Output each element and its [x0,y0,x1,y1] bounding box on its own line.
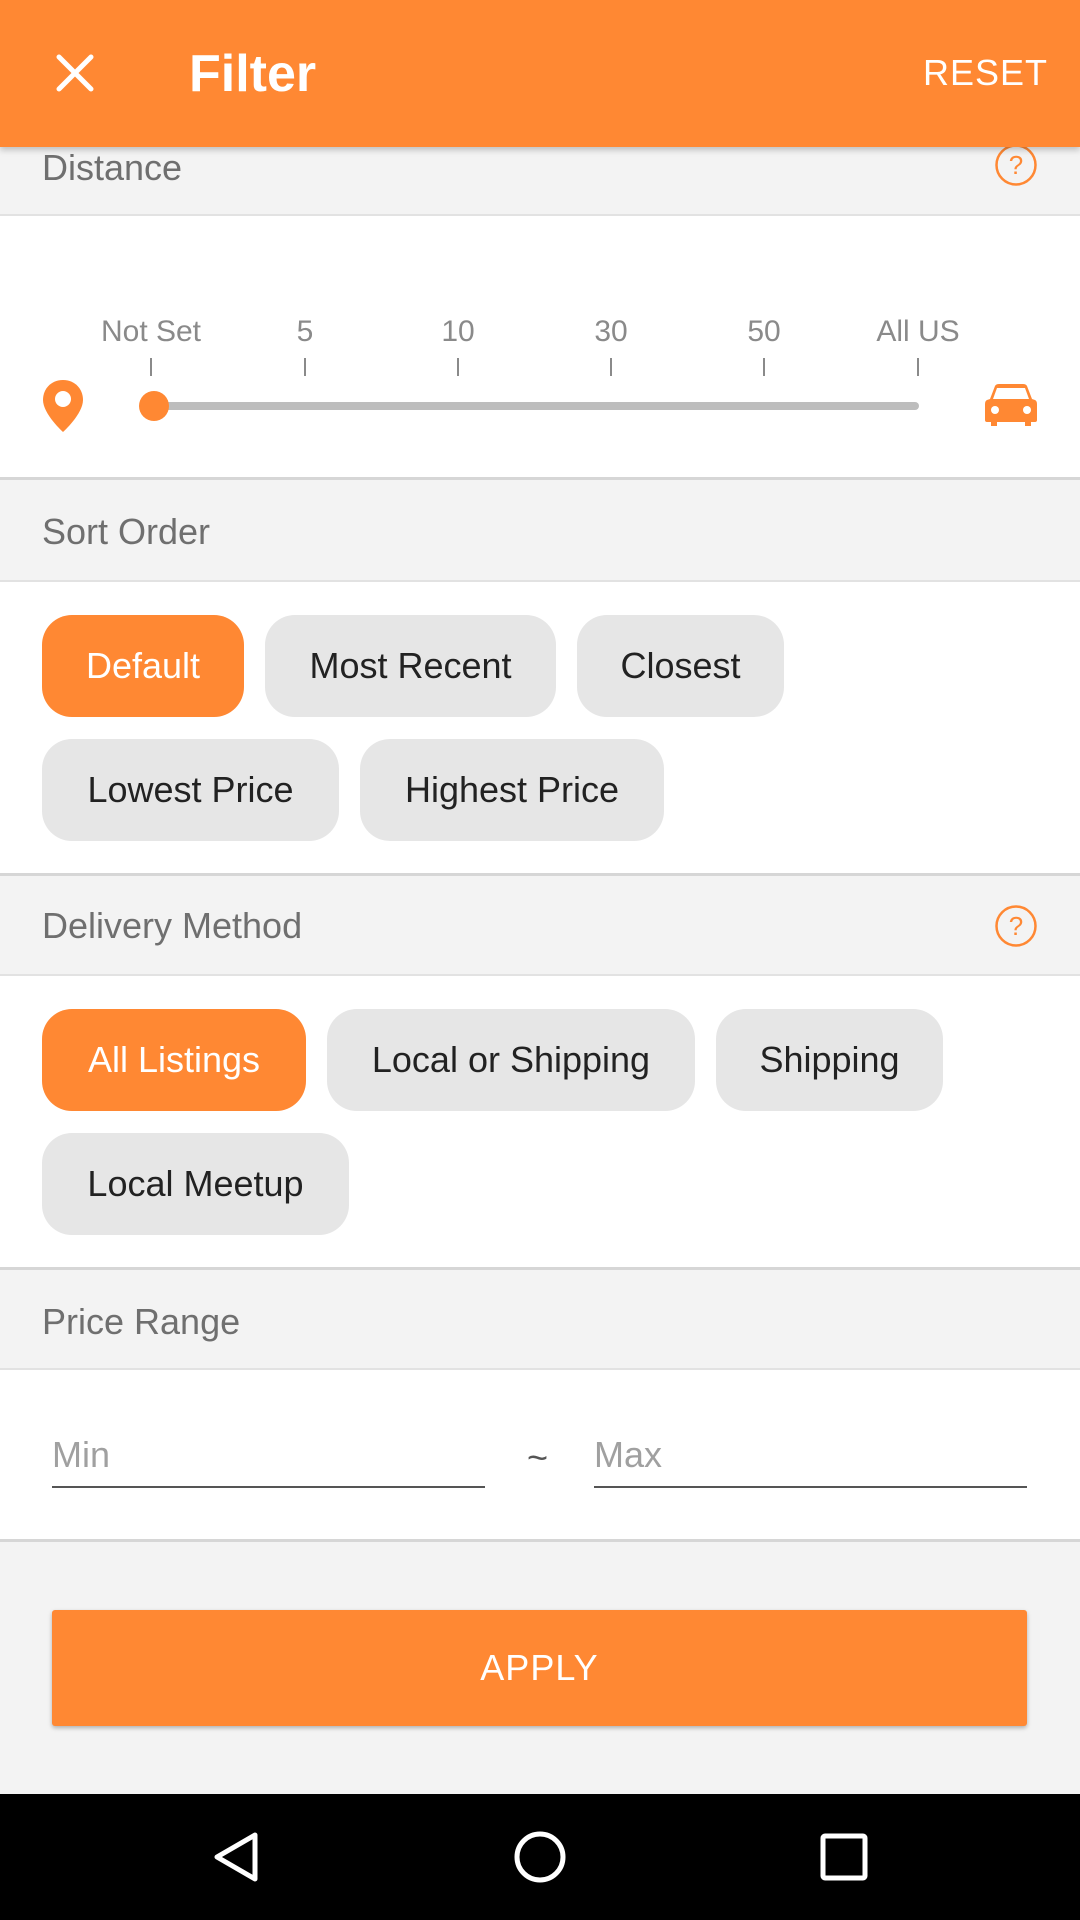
delivery-option-local-meetup[interactable]: Local Meetup [42,1133,349,1235]
distance-tick-mark [304,358,306,376]
back-icon [214,1832,258,1882]
distance-slider-track[interactable] [151,402,919,410]
distance-tick-mark [150,358,152,376]
delivery-option-local-or-shipping[interactable]: Local or Shipping [327,1009,695,1111]
reset-button[interactable]: RESET [923,50,1048,96]
delivery-option-shipping[interactable]: Shipping [716,1009,943,1111]
nav-back-button[interactable] [196,1817,276,1897]
distance-tick-label: All US [876,315,960,348]
delivery-section-header: Delivery Method ? [0,876,1080,976]
distance-tick-label: 50 [747,315,781,348]
distance-tick-label: Not Set [100,315,202,348]
sort-option-most-recent[interactable]: Most Recent [265,615,556,717]
close-button[interactable] [30,28,120,118]
sort-section-header: Sort Order [0,480,1080,582]
distance-header-label: Distance [42,147,183,188]
price-max-input[interactable] [594,1430,1027,1488]
recents-icon [820,1833,868,1881]
home-icon [514,1831,566,1883]
price-range-separator: ~ [527,1437,549,1478]
car-icon [985,384,1037,426]
svg-text:?: ? [1009,911,1023,941]
distance-help-icon[interactable]: ? [994,143,1038,187]
sort-option-highest-price[interactable]: Highest Price [360,739,664,841]
price-section-header: Price Range [0,1270,1080,1370]
delivery-option-all-listings[interactable]: All Listings [42,1009,306,1111]
distance-slider-thumb[interactable] [139,391,169,421]
page-title: Filter [189,45,317,103]
price-header-label: Price Range [42,1301,241,1342]
sort-option-closest[interactable]: Closest [577,615,784,717]
nav-recents-button[interactable] [804,1817,884,1897]
apply-button[interactable]: APPLY [52,1610,1027,1726]
sort-option-lowest-price[interactable]: Lowest Price [42,739,339,841]
distance-tick-mark [457,358,459,376]
svg-text:?: ? [1009,150,1023,180]
distance-tick-mark [763,358,765,376]
delivery-header-label: Delivery Method [42,905,303,946]
sort-header-label: Sort Order [42,511,211,552]
nav-home-button[interactable] [500,1817,580,1897]
system-nav-bar [0,1794,1080,1920]
price-min-input[interactable] [52,1430,485,1488]
distance-tick-label: 30 [594,315,628,348]
map-pin-icon [43,380,83,432]
distance-tick-label: 10 [441,315,475,348]
sort-option-default[interactable]: Default [42,615,244,717]
delivery-help-icon[interactable]: ? [994,904,1038,948]
distance-tick-mark [610,358,612,376]
distance-tick-label: 5 [296,315,314,348]
distance-tick-mark [917,358,919,376]
close-icon [56,54,94,92]
app-bar: Filter RESET [0,0,1080,147]
